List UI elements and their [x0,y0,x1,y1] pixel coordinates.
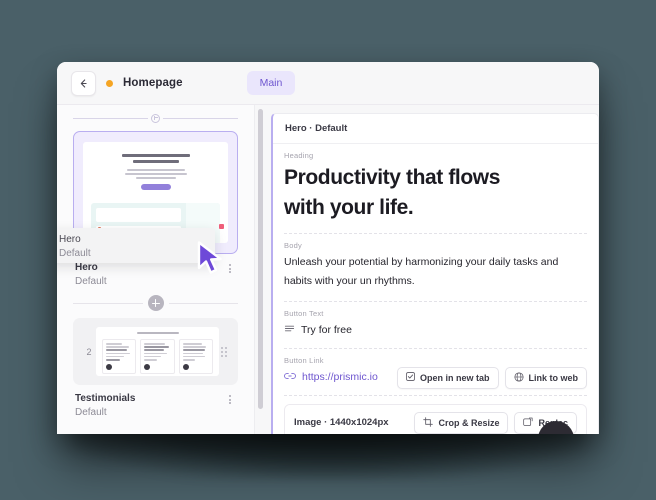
arrow-left-icon [78,78,89,89]
editor-scrollbar-thumb[interactable] [258,109,263,409]
divider-line [163,117,238,119]
slice-thumbnail-testimonials [96,327,219,376]
field-button-text[interactable]: Button Text Try for free [284,302,587,349]
button-label: Open in new tab [419,372,490,383]
heading-value-line1: Productivity that flows [284,166,500,189]
slice-editor-panel: Hero · Default Heading Productivity that… [267,105,599,434]
mouse-cursor [196,241,226,282]
slice-editor-card: Hero · Default Heading Productivity that… [271,113,599,434]
button-label: Link to web [528,372,579,383]
back-button[interactable] [71,70,96,96]
insert-slice-divider-top [73,105,238,131]
top-bar: Homepage Main [57,62,599,105]
drag-preview-variant: Default [59,248,91,259]
status-dot [106,79,113,87]
field-button-link[interactable]: Button Link https://prismic.io Open in n… [284,349,587,396]
globe-icon [513,372,524,384]
slice-name: Hero [75,262,98,273]
slice-options-button[interactable] [224,392,236,405]
checkbox-icon [406,372,415,383]
button-label: Crop & Resize [438,417,500,428]
replace-image-icon [523,417,534,429]
field-heading[interactable]: Heading Productivity that flows with you… [284,144,587,234]
divider-line [73,302,143,304]
field-body[interactable]: Body Unleash your potential by harmonizi… [284,234,587,302]
editor-scrollbar[interactable] [255,105,267,434]
button-text-value: Try for free [301,323,352,336]
insert-slice-divider-middle [73,288,238,318]
environment-badge[interactable]: Main [246,71,296,95]
image-field-panel: Image · 1440x1024px Crop & Resize [284,403,587,434]
image-panel-title: Image · 1440x1024px [294,417,389,429]
slice-index: 2 [86,346,92,357]
thumbnail-cta-pill [140,183,171,190]
divider-line [73,117,148,119]
field-label: Button Text [284,308,324,318]
slice-card-testimonials[interactable]: 2 [73,318,238,385]
slice-editor-header: Hero · Default [273,114,598,144]
app-window: Homepage Main Hero Default 2 Testimonial… [57,62,599,434]
slice-list-panel: Hero Default 2 Testimonials Default Hero… [57,105,255,434]
add-slice-dot-button[interactable] [151,113,160,123]
thumbnail-heading [83,142,228,196]
text-lines-icon [284,321,295,339]
button-link-value: https://prismic.io [302,370,378,383]
divider-line [168,302,238,304]
page-title: Homepage [123,77,183,89]
link-chain-icon [284,368,296,386]
heading-value-line2: with your life. [284,196,414,220]
field-label: Button Link [284,355,324,365]
slice-drag-handle[interactable] [219,346,229,357]
field-label: Heading [284,151,314,160]
slice-variant: Default [75,275,107,287]
field-label: Body [284,240,302,250]
open-in-new-tab-button[interactable]: Open in new tab [396,366,499,389]
link-to-web-button[interactable]: Link to web [504,366,587,389]
slice-meta-testimonials: Testimonials Default [73,385,238,419]
add-slice-button[interactable] [147,295,164,311]
crop-and-resize-button[interactable]: Crop & Resize [414,411,509,434]
slice-name: Testimonials [75,393,136,404]
slice-variant: Default [75,406,107,418]
body-value: Unleash your potential by harmonizing yo… [284,255,559,288]
drag-preview-name: Hero [59,234,81,245]
drag-preview-tooltip: Hero Default [57,228,215,263]
workspace: Hero Default 2 Testimonials Default Hero… [57,105,599,434]
crop-icon [423,416,434,429]
